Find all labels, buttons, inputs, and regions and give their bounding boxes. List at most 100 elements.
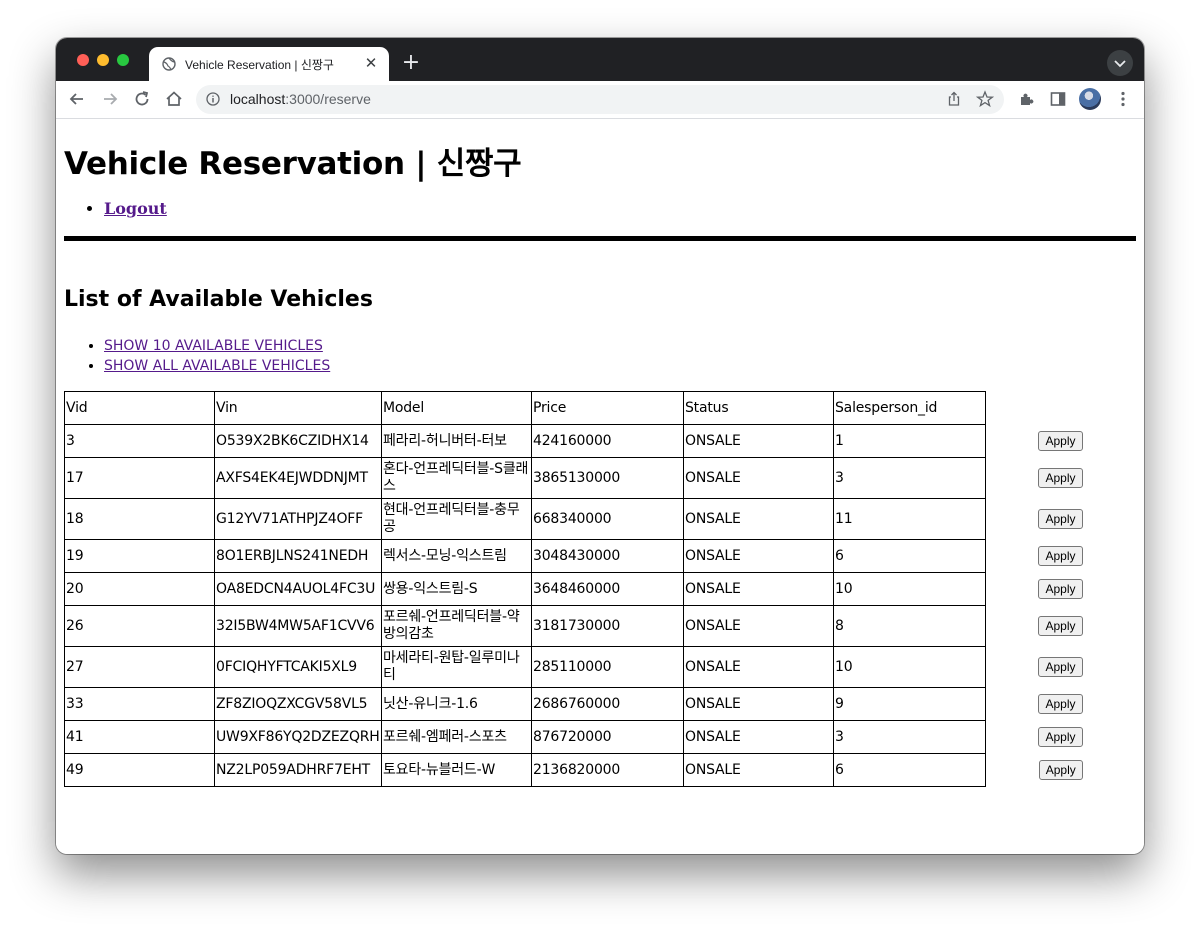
reload-icon[interactable] <box>132 89 152 109</box>
show-10-link[interactable]: SHOW 10 AVAILABLE VEHICLES <box>104 338 323 354</box>
active-tab[interactable]: Vehicle Reservation | 신짱구 ✕ <box>149 47 389 81</box>
cell-status: ONSALE <box>683 424 834 458</box>
cell-vid: 27 <box>64 646 215 688</box>
more-menu-icon[interactable] <box>1113 89 1133 109</box>
cell-model: 포르쉐-엠페러-스포츠 <box>381 720 532 754</box>
logout-link[interactable]: Logout <box>104 199 167 218</box>
cell-price: 285110000 <box>531 646 684 688</box>
table-row: 20 OA8EDCN4AUOL4FC3U 쌍용-익스트림-S 3648460000 ON… <box>64 572 1136 606</box>
cell-price: 3048430000 <box>531 539 684 573</box>
cell-vid: 41 <box>64 720 215 754</box>
extensions-icon[interactable] <box>1017 89 1037 109</box>
list-heading: List of Available Vehicles <box>64 287 373 312</box>
url-text[interactable]: localhost:3000/reserve <box>230 91 371 107</box>
page-title: Vehicle Reservation | 신짱구 <box>64 146 522 182</box>
cell-model: 혼다-언프레딕터블-S클래스 <box>381 457 532 499</box>
table-row: 41 UW9XF86YQ2DZEZQRH 포르쉐-엠페러-스포츠 876720000 O… <box>64 720 1136 754</box>
vehicles-table: Vid Vin Model Price Status Salesperson_i… <box>64 391 1136 787</box>
browser-toolbar: localhost:3000/reserve <box>56 81 1144 119</box>
cell-salesperson: 3 <box>833 457 986 499</box>
table-row: 17 AXFS4EK4EJWDDNJMT 혼다-언프레딕터블-S클래스 3865130… <box>64 457 1136 499</box>
page-content: Vehicle Reservation | 신짱구 Logout List of… <box>56 119 1144 854</box>
cell-status: ONSALE <box>683 498 834 540</box>
cell-salesperson: 1 <box>833 424 986 458</box>
cell-vin: O539X2BK6CZIDHX14 <box>214 424 382 458</box>
cell-vin: OA8EDCN4AUOL4FC3U <box>214 572 382 606</box>
bookmark-star-icon[interactable] <box>976 90 994 108</box>
header-model: Model <box>381 391 532 425</box>
cell-action: Apply <box>986 573 1136 606</box>
cell-model: 마세라티-원탑-일루미나티 <box>381 646 532 688</box>
cell-vin: ZF8ZIOQZXCGV58VL5 <box>214 687 382 721</box>
share-icon[interactable] <box>946 91 962 107</box>
cell-vid: 3 <box>64 424 215 458</box>
tab-strip: Vehicle Reservation | 신짱구 ✕ + <box>56 38 1144 81</box>
info-icon[interactable] <box>206 92 220 106</box>
cell-status: ONSALE <box>683 539 834 573</box>
divider <box>64 236 1136 241</box>
table-row: 19 8O1ERBJLNS241NEDH 렉서스-모닝-익스트림 3048430000… <box>64 539 1136 573</box>
apply-button[interactable]: Apply <box>1038 509 1083 529</box>
cell-vid: 18 <box>64 498 215 540</box>
tab-title: Vehicle Reservation | 신짱구 <box>185 58 334 72</box>
header-price: Price <box>531 391 684 425</box>
cell-vid: 26 <box>64 605 215 647</box>
apply-button[interactable]: Apply <box>1038 579 1083 599</box>
cell-vin: NZ2LP059ADHRF7EHT <box>214 753 382 787</box>
cell-status: ONSALE <box>683 605 834 647</box>
apply-button[interactable]: Apply <box>1038 431 1083 451</box>
show-all-link[interactable]: SHOW ALL AVAILABLE VEHICLES <box>104 358 330 374</box>
profile-avatar[interactable] <box>1079 88 1101 110</box>
cell-action: Apply <box>986 425 1136 458</box>
home-icon[interactable] <box>164 89 184 109</box>
apply-button[interactable]: Apply <box>1038 468 1083 488</box>
cell-status: ONSALE <box>683 720 834 754</box>
table-header-row: Vid Vin Model Price Status Salesperson_i… <box>64 391 1136 425</box>
cell-model: 포르쉐-언프레딕터블-약방의감초 <box>381 605 532 647</box>
side-panel-icon[interactable] <box>1048 89 1068 109</box>
back-icon[interactable] <box>67 89 87 109</box>
new-tab-icon[interactable]: + <box>400 52 422 75</box>
cell-action: Apply <box>986 458 1136 499</box>
cell-action: Apply <box>986 754 1136 787</box>
filter-links: SHOW 10 AVAILABLE VEHICLES SHOW ALL AVAI… <box>104 336 330 376</box>
cell-vin: 32I5BW4MW5AF1CVV6 <box>214 605 382 647</box>
filter-item: SHOW ALL AVAILABLE VEHICLES <box>104 356 330 376</box>
apply-button[interactable]: Apply <box>1038 546 1083 566</box>
close-tab-icon[interactable]: ✕ <box>363 55 379 71</box>
table-row: 26 32I5BW4MW5AF1CVV6 포르쉐-언프레딕터블-약방의감초 31817… <box>64 605 1136 647</box>
cell-vid: 49 <box>64 753 215 787</box>
header-vin: Vin <box>214 391 382 425</box>
cell-model: 닛산-유니크-1.6 <box>381 687 532 721</box>
cell-price: 2136820000 <box>531 753 684 787</box>
apply-button[interactable]: Apply <box>1038 657 1083 677</box>
maximize-window-button[interactable] <box>117 54 129 66</box>
header-vid: Vid <box>64 391 215 425</box>
address-bar[interactable]: localhost:3000/reserve <box>196 85 1004 114</box>
cell-vid: 20 <box>64 572 215 606</box>
forward-icon[interactable] <box>100 89 120 109</box>
cell-action: Apply <box>986 540 1136 573</box>
cell-price: 2686760000 <box>531 687 684 721</box>
cell-vin: G12YV71ATHPJZ4OFF <box>214 498 382 540</box>
cell-price: 3181730000 <box>531 605 684 647</box>
tab-search-button[interactable] <box>1107 50 1133 76</box>
apply-button[interactable]: Apply <box>1038 694 1083 714</box>
header-status: Status <box>683 391 834 425</box>
cell-action: Apply <box>986 499 1136 540</box>
apply-button[interactable]: Apply <box>1038 616 1083 636</box>
cell-vid: 19 <box>64 539 215 573</box>
globe-icon <box>162 57 176 71</box>
cell-status: ONSALE <box>683 572 834 606</box>
apply-button[interactable]: Apply <box>1038 727 1083 747</box>
cell-price: 3648460000 <box>531 572 684 606</box>
minimize-window-button[interactable] <box>97 54 109 66</box>
close-window-button[interactable] <box>77 54 89 66</box>
cell-model: 페라리-허니버터-터보 <box>381 424 532 458</box>
filter-item: SHOW 10 AVAILABLE VEHICLES <box>104 336 330 356</box>
cell-action: Apply <box>986 721 1136 754</box>
cell-salesperson: 6 <box>833 753 986 787</box>
cell-vid: 33 <box>64 687 215 721</box>
cell-model: 쌍용-익스트림-S <box>381 572 532 606</box>
apply-button[interactable]: Apply <box>1038 760 1083 780</box>
